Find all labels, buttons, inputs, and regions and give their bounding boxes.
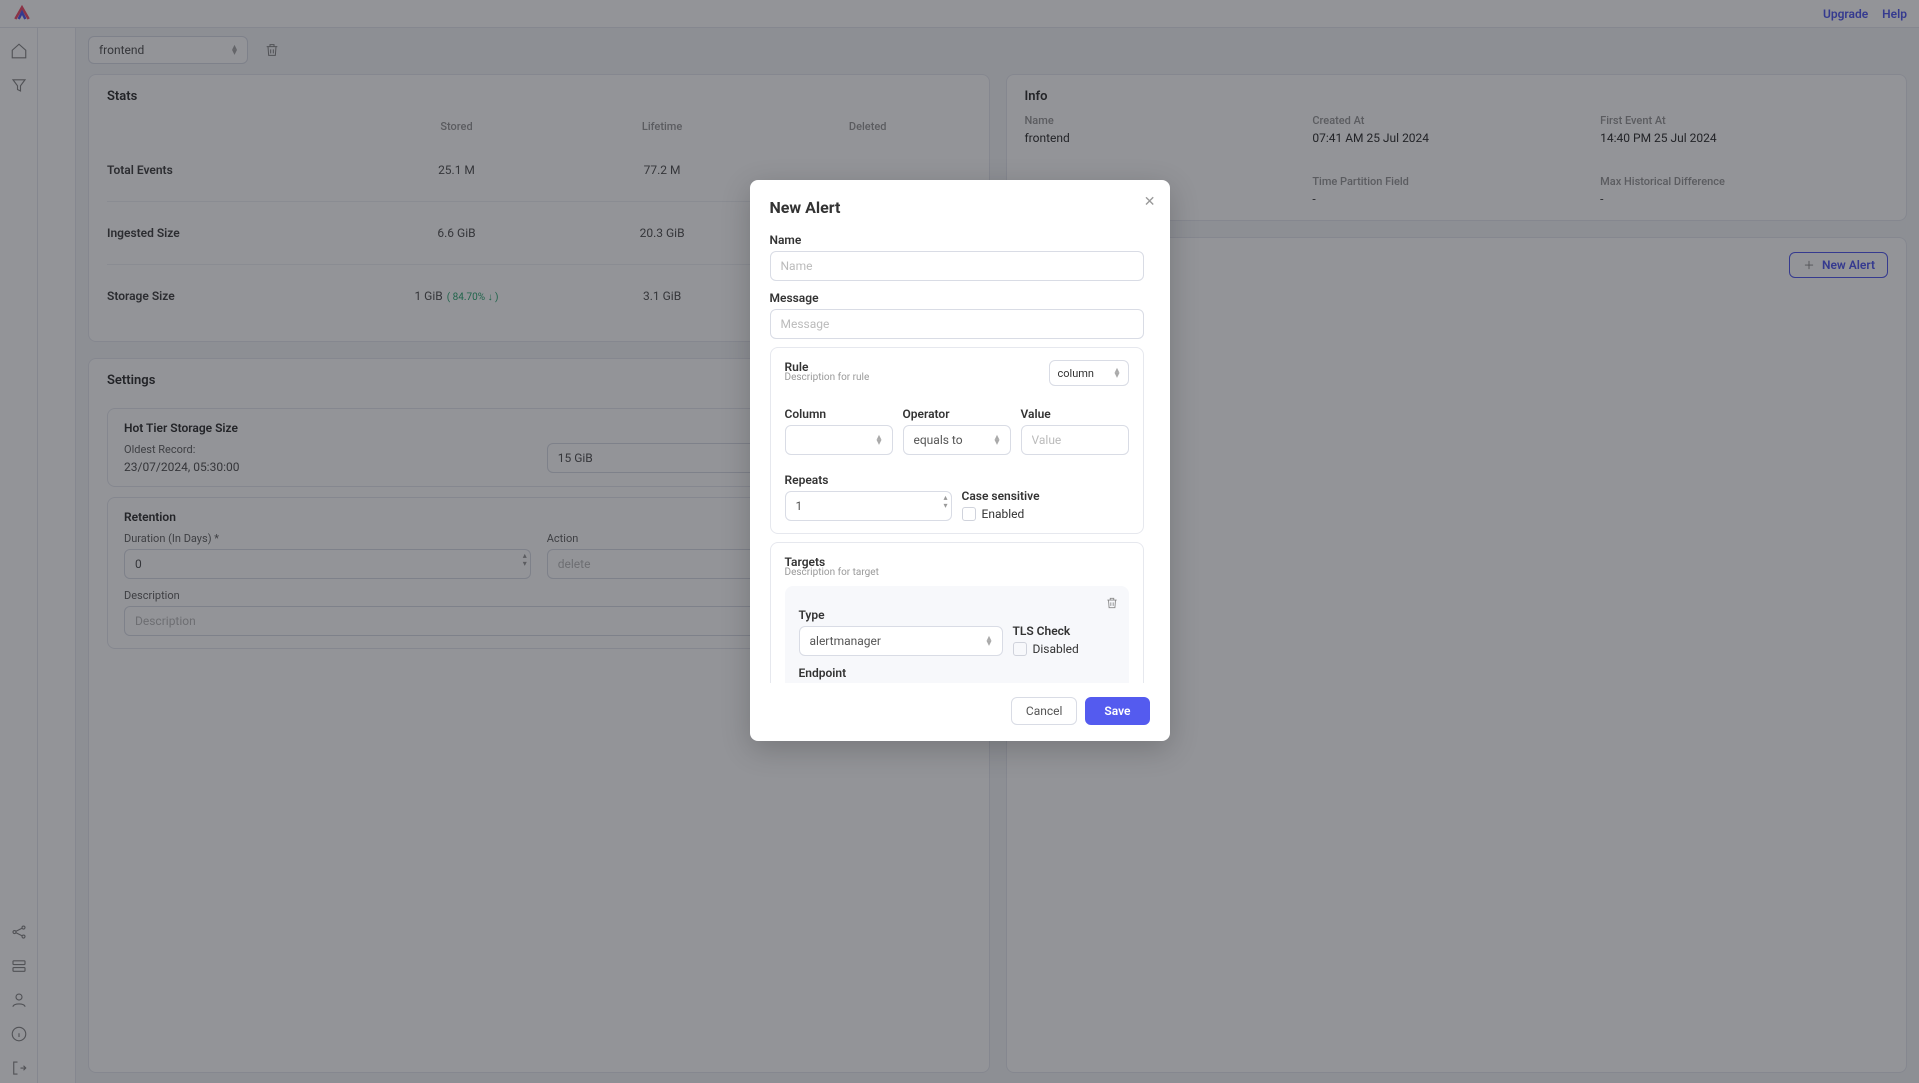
rule-mode-select[interactable]: column ▴▾ <box>1049 360 1129 386</box>
chevron-updown-icon: ▴▾ <box>876 435 881 445</box>
stepper-icon[interactable]: ▴▾ <box>943 494 947 510</box>
tls-checkbox[interactable] <box>1013 642 1027 656</box>
targets-panel: Targets Description for target Type aler… <box>770 542 1144 683</box>
enabled-label: Enabled <box>982 507 1025 521</box>
repeats-label: Repeats <box>785 473 952 487</box>
endpoint-label: Endpoint <box>799 666 1115 680</box>
modal-title: New Alert <box>770 198 1150 217</box>
type-select[interactable]: alertmanager▴▾ <box>799 626 1003 656</box>
chevron-updown-icon: ▴▾ <box>994 435 999 445</box>
cancel-button[interactable]: Cancel <box>1011 697 1078 725</box>
close-icon[interactable]: ✕ <box>1144 194 1156 210</box>
chevron-updown-icon: ▴▾ <box>1114 368 1119 378</box>
target-item: Type alertmanager▴▾ TLS Check Disabled <box>785 586 1129 683</box>
new-alert-modal: ✕ New Alert Name Message Rule Descriptio… <box>750 180 1170 741</box>
disabled-label: Disabled <box>1033 642 1079 656</box>
repeats-input[interactable]: 1 <box>785 491 952 521</box>
chevron-updown-icon: ▴▾ <box>986 636 991 646</box>
message-label: Message <box>770 291 1144 305</box>
delete-target-button[interactable] <box>1105 596 1119 614</box>
rule-panel: Rule Description for rule column ▴▾ Colu… <box>770 347 1144 534</box>
value-input[interactable] <box>1021 425 1129 455</box>
alert-name-input[interactable] <box>770 251 1144 281</box>
operator-select[interactable]: equals to▴▾ <box>903 425 1011 455</box>
name-label: Name <box>770 233 1144 247</box>
save-button[interactable]: Save <box>1085 697 1149 725</box>
column-select[interactable]: ▴▾ <box>785 425 893 455</box>
alert-message-input[interactable] <box>770 309 1144 339</box>
tls-label: TLS Check <box>1013 624 1115 638</box>
type-label: Type <box>799 608 1003 622</box>
operator-label: Operator <box>903 407 1011 421</box>
rule-desc: Description for rule <box>785 372 870 383</box>
modal-overlay: ✕ New Alert Name Message Rule Descriptio… <box>0 0 1919 1083</box>
targets-desc: Description for target <box>785 567 1129 578</box>
case-sensitive-checkbox[interactable] <box>962 507 976 521</box>
column-label: Column <box>785 407 893 421</box>
case-sensitive-label: Case sensitive <box>962 489 1129 503</box>
value-label: Value <box>1021 407 1129 421</box>
